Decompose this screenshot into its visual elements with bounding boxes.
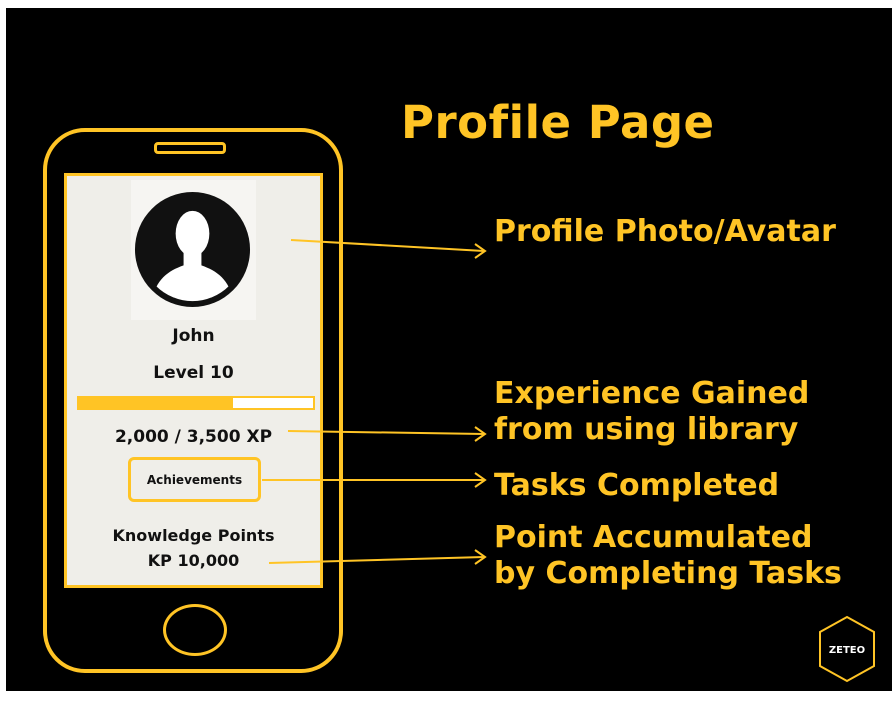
avatar-arrow	[290, 239, 485, 252]
experience-arrow	[287, 430, 485, 435]
callout-experience-line1: Experience Gained	[494, 376, 810, 411]
callout-tasks: Tasks Completed	[494, 468, 779, 504]
callout-experience-line2: from using library	[494, 412, 799, 447]
logo-text: ZETEO	[829, 645, 865, 656]
callout-avatar-text: Profile Photo/Avatar	[494, 214, 836, 249]
callout-points: Point Accumulated by Completing Tasks	[494, 520, 842, 592]
callout-avatar: Profile Photo/Avatar	[494, 214, 836, 250]
hexagon-logo-icon: ZETEO	[819, 615, 875, 683]
diagram-canvas: Profile Page John Level 10 2,000 / 3,500…	[6, 8, 892, 691]
callout-tasks-text: Tasks Completed	[494, 468, 780, 503]
points-arrow	[268, 556, 485, 564]
callout-points-line2: by Completing Tasks	[494, 556, 842, 591]
callout-experience: Experience Gained from using library	[494, 376, 809, 448]
callout-points-line1: Point Accumulated	[494, 520, 813, 555]
